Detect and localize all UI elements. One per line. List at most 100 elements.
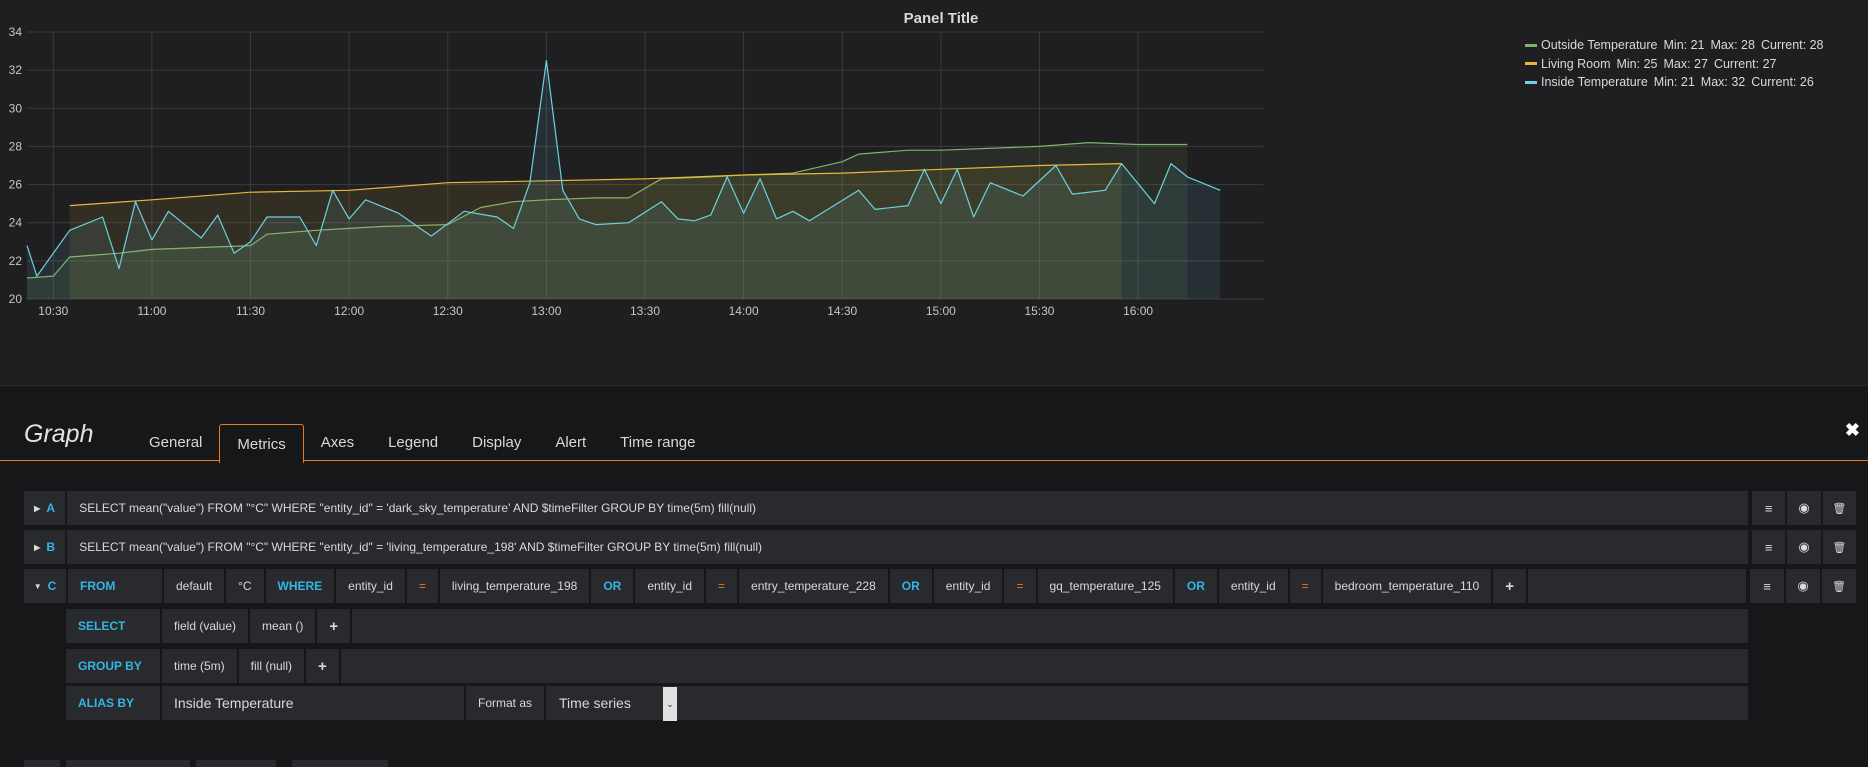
add-condition-button[interactable]: + (1493, 569, 1526, 603)
legend-current: Current: 27 (1713, 56, 1777, 71)
groupby-row: GROUP BY time (5m) fill (null) + (66, 649, 1750, 683)
query-segment[interactable]: gq_temperature_125 (1037, 569, 1173, 603)
tab-time-range[interactable]: Time range (603, 423, 712, 460)
query-letter-label: C (47, 579, 57, 593)
select-row: SELECT field (value) mean () + (66, 609, 1750, 643)
delete-query-icon[interactable]: 🗑 (1822, 569, 1856, 603)
legend-swatch (1525, 80, 1537, 84)
query-segment[interactable]: fill (null) (238, 649, 305, 683)
query-segment[interactable]: default (164, 569, 225, 603)
legend-item[interactable]: Inside Temperature Min: 21 Max: 32 Current:… (1525, 73, 1824, 92)
toolbar-stub[interactable] (196, 760, 276, 767)
y-tick-label: 20 (9, 292, 23, 306)
query-segment[interactable]: °C (226, 569, 264, 603)
query-text[interactable]: SELECT mean("value") FROM "°C" WHERE "en… (67, 530, 1748, 564)
from-label: FROM (68, 569, 162, 603)
y-tick-label: 24 (9, 216, 23, 230)
alias-label: ALIAS BY (66, 686, 160, 720)
condition-operator[interactable]: = (406, 569, 438, 603)
legend-max: Max: 27 (1663, 56, 1708, 71)
add-part-button[interactable]: + (317, 609, 351, 643)
delete-query-icon[interactable]: 🗑 (1822, 491, 1857, 525)
format-select-value: Time series (559, 695, 631, 711)
legend-item[interactable]: Living Room Min: 25 Max: 27 Current: 27 (1525, 55, 1824, 74)
chart-legend: Outside Temperature Min: 21 Max: 28 Current… (1525, 36, 1824, 92)
tab-legend[interactable]: Legend (371, 423, 455, 460)
query-segment[interactable]: entity_id (1218, 569, 1288, 603)
legend-max: Max: 32 (1700, 75, 1746, 90)
query-segment[interactable]: mean () (250, 609, 316, 643)
y-tick-label: 26 (9, 178, 23, 192)
legend-min: Min: 21 (1653, 75, 1695, 90)
x-tick-label: 13:30 (630, 304, 660, 318)
add-query-stub[interactable] (24, 760, 60, 767)
condition-keyword[interactable]: OR (889, 569, 932, 603)
legend-item[interactable]: Outside Temperature Min: 21 Max: 28 Current… (1525, 36, 1824, 55)
x-tick-label: 11:30 (236, 304, 265, 318)
query-text[interactable]: SELECT mean("value") FROM "°C" WHERE "en… (67, 491, 1748, 525)
close-icon[interactable]: ✖ (1845, 420, 1860, 441)
condition-keyword[interactable]: WHERE (265, 569, 335, 603)
legend-series-name: Outside Temperature (1541, 38, 1658, 53)
query-segment[interactable]: time (5m) (162, 649, 237, 683)
panel-title[interactable]: Panel Title (0, 10, 1868, 27)
query-segment[interactable]: entry_temperature_228 (739, 569, 888, 603)
legend-swatch (1525, 43, 1537, 47)
delete-query-icon-glyph: 🗑 (1832, 502, 1847, 515)
editor-title: Graph (24, 420, 94, 448)
format-select[interactable]: Time series ⌄ (546, 686, 679, 721)
query-letter-c[interactable]: ▼ C (24, 569, 66, 603)
y-tick-label: 28 (9, 139, 23, 153)
toolbar-stub-2[interactable] (292, 760, 388, 767)
y-tick-label: 22 (9, 254, 23, 268)
y-tick-label: 30 (9, 101, 23, 115)
tab-metrics[interactable]: Metrics (219, 424, 304, 463)
add-part-button[interactable]: + (306, 649, 339, 683)
select-row-label: SELECT (66, 609, 160, 643)
condition-operator[interactable]: = (706, 569, 738, 603)
format-label: Format as (466, 686, 545, 720)
caret-down-icon: ▼ (33, 581, 42, 591)
query-menu-icon[interactable]: ≡ (1750, 569, 1784, 603)
caret-right-icon: ▶ (34, 503, 41, 513)
delete-query-icon[interactable]: 🗑 (1822, 530, 1857, 564)
caret-right-icon: ▶ (34, 542, 41, 552)
query-menu-icon[interactable]: ≡ (1752, 491, 1786, 525)
tab-display[interactable]: Display (455, 423, 538, 460)
query-menu-icon[interactable]: ≡ (1752, 530, 1786, 564)
toggle-visibility-icon[interactable]: ◉ (1787, 530, 1821, 564)
query-segment[interactable]: entity_id (635, 569, 705, 603)
query-letter-label: A (46, 501, 55, 515)
alias-input[interactable]: Inside Temperature (162, 686, 464, 720)
query-letter-b[interactable]: ▶ B (24, 530, 66, 564)
delete-query-icon-glyph: 🗑 (1832, 580, 1846, 593)
tab-general[interactable]: General (132, 423, 219, 460)
toggle-visibility-icon-glyph: ◉ (1797, 578, 1809, 593)
query-row-b: ▶ B SELECT mean("value") FROM "°C" WHERE "… (24, 530, 1857, 564)
query-segment[interactable]: entity_id (336, 569, 405, 603)
tab-alert[interactable]: Alert (538, 423, 603, 460)
query-segment[interactable]: entity_id (933, 569, 1003, 603)
legend-max: Max: 28 (1710, 38, 1755, 53)
legend-min: Min: 21 (1663, 38, 1705, 53)
alias-row-filler (678, 686, 1748, 720)
query-letter-a[interactable]: ▶ A (24, 491, 66, 525)
condition-operator[interactable]: = (1289, 569, 1321, 603)
query-segment[interactable]: bedroom_temperature_110 (1322, 569, 1492, 603)
query-segment[interactable]: field (value) (162, 609, 249, 643)
condition-keyword[interactable]: OR (1174, 569, 1217, 603)
condition-keyword[interactable]: OR (591, 569, 634, 603)
toggle-visibility-icon-glyph: ◉ (1798, 539, 1810, 554)
condition-operator[interactable]: = (1004, 569, 1036, 603)
query-segment[interactable]: living_temperature_198 (439, 569, 590, 603)
query-inspector-stub[interactable] (66, 760, 190, 767)
tab-axes[interactable]: Axes (304, 423, 371, 460)
toggle-visibility-icon[interactable]: ◉ (1787, 491, 1821, 525)
toggle-visibility-icon[interactable]: ◉ (1786, 569, 1820, 603)
graph-panel: 20 22 24 26 28 30 32 34 10:30 11:00 11:30 12:00 12:3… (0, 0, 1868, 386)
groupby-row-filler (340, 649, 1748, 683)
editor-header: Graph General Metrics Axes Legend Display Ale… (0, 420, 1868, 463)
x-tick-label: 15:00 (926, 304, 956, 318)
delete-query-icon-glyph: 🗑 (1832, 541, 1847, 554)
x-tick-label: 13:00 (531, 304, 561, 318)
